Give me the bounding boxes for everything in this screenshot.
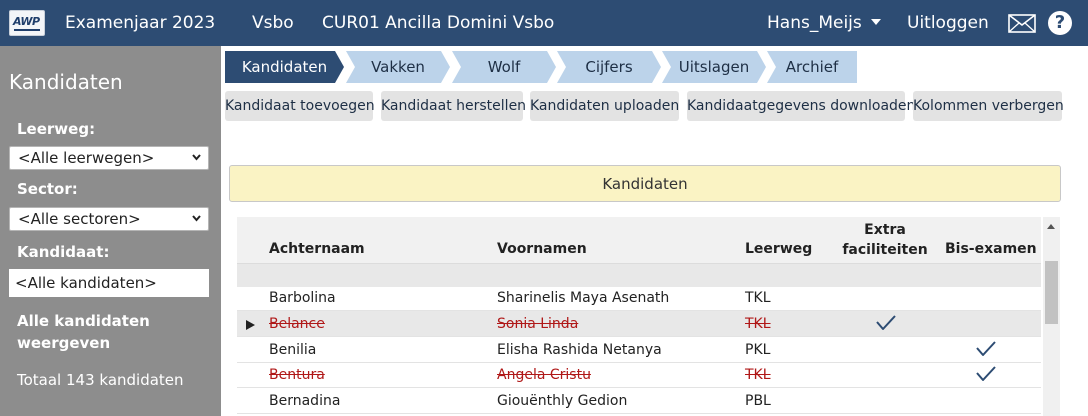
leerweg-label: Leerweg: bbox=[17, 120, 96, 138]
header-extra-faciliteiten[interactable]: Extra faciliteiten bbox=[833, 220, 937, 260]
sidebar: Kandidaten Leerweg: <Alle leerwegen> Sec… bbox=[0, 46, 221, 416]
scroll-thumb[interactable] bbox=[1045, 261, 1058, 324]
tab-wolf[interactable]: Wolf bbox=[452, 51, 556, 83]
user-name: Hans_Meijs bbox=[767, 13, 862, 33]
hide-columns-button[interactable]: Kolommen verbergen bbox=[913, 91, 1064, 121]
cell-voornamen: Sharinelis Maya Asenath bbox=[497, 290, 670, 306]
kandidaat-label: Kandidaat: bbox=[17, 243, 110, 261]
table-row[interactable]: Benilia Elisha Rashida Netanya PKL bbox=[237, 337, 1041, 363]
table-row[interactable]: Barbolina Sharinelis Maya Asenath TKL bbox=[237, 285, 1041, 311]
table-header: Achternaam Voornamen Leerweg Extra facil… bbox=[237, 217, 1041, 287]
extra-faciliteiten-check-icon[interactable] bbox=[875, 314, 897, 336]
mail-icon[interactable] bbox=[1008, 14, 1036, 33]
sector-select-value: <Alle sectoren> bbox=[18, 210, 141, 228]
table-row[interactable]: Bentura Angela Cristu TKL bbox=[237, 362, 1041, 388]
table-scrollbar[interactable] bbox=[1043, 217, 1060, 416]
candidates-banner: Kandidaten bbox=[229, 165, 1061, 202]
cell-achternaam: Belance bbox=[269, 316, 325, 332]
table-row[interactable]: Belance Sonia Linda TKL bbox=[237, 311, 1041, 337]
header-extra-line2: faciliteiten bbox=[842, 242, 928, 258]
header-achternaam[interactable]: Achternaam bbox=[269, 241, 365, 257]
chevron-down-icon bbox=[192, 215, 201, 222]
help-icon[interactable]: ? bbox=[1048, 11, 1072, 35]
tab-label: Vakken bbox=[371, 58, 425, 76]
bis-examen-check-icon[interactable] bbox=[975, 365, 997, 387]
sidebar-title: Kandidaten bbox=[9, 70, 123, 94]
bis-examen-check-icon[interactable] bbox=[975, 340, 997, 362]
cell-leerweg: PBL bbox=[745, 393, 771, 409]
tab-label: Cijfers bbox=[585, 58, 633, 76]
cell-leerweg: TKL bbox=[745, 316, 771, 332]
exam-year[interactable]: Examenjaar 2023 bbox=[65, 0, 215, 46]
download-candidate-data-button[interactable]: Kandidaatgegevens downloaden bbox=[687, 91, 915, 121]
header-voornamen[interactable]: Voornamen bbox=[497, 241, 587, 257]
total-candidates: Totaal 143 kandidaten bbox=[17, 371, 184, 389]
cell-leerweg: TKL bbox=[745, 290, 771, 306]
scroll-up-icon[interactable] bbox=[1047, 224, 1055, 229]
leerweg-select[interactable]: <Alle leerwegen> bbox=[9, 146, 209, 170]
chevron-down-icon bbox=[870, 18, 881, 25]
header-leerweg[interactable]: Leerweg bbox=[745, 241, 812, 257]
cell-achternaam: Benilia bbox=[269, 342, 317, 358]
cell-voornamen: Giouënthly Gedion bbox=[497, 393, 628, 409]
table-row[interactable]: Bernadina Giouënthly Gedion PBL bbox=[237, 388, 1041, 414]
chevron-down-icon bbox=[192, 154, 201, 161]
cell-achternaam: Barbolina bbox=[269, 290, 336, 306]
tab-uitslagen[interactable]: Uitslagen bbox=[662, 51, 766, 83]
filter-row[interactable] bbox=[237, 263, 1041, 287]
top-bar: AWP Examenjaar 2023 Vsbo CUR01 Ancilla D… bbox=[0, 0, 1088, 46]
department[interactable]: Vsbo bbox=[252, 0, 294, 46]
restore-candidate-button[interactable]: Kandidaat herstellen bbox=[381, 91, 526, 121]
show-all-candidates-link[interactable]: Alle kandidaten weergeven bbox=[17, 310, 150, 354]
tab-cijfers[interactable]: Cijfers bbox=[557, 51, 661, 83]
sector-label: Sector: bbox=[17, 180, 78, 198]
cell-leerweg: PKL bbox=[745, 342, 771, 358]
cell-leerweg: TKL bbox=[745, 367, 771, 383]
leerweg-select-value: <Alle leerwegen> bbox=[18, 149, 155, 167]
tab-vakken[interactable]: Vakken bbox=[346, 51, 450, 83]
header-bis-examen[interactable]: Bis-examen bbox=[945, 241, 1037, 257]
show-all-line1: Alle kandidaten bbox=[17, 312, 150, 330]
awp-logo[interactable]: AWP bbox=[9, 10, 45, 36]
cell-achternaam: Bentura bbox=[269, 367, 325, 383]
tab-label: Archief bbox=[785, 58, 839, 76]
kandidaat-input[interactable]: <Alle kandidaten> bbox=[9, 269, 209, 297]
school-name[interactable]: CUR01 Ancilla Domini Vsbo bbox=[322, 0, 554, 46]
logo-text: AWP bbox=[13, 15, 40, 28]
tab-archief[interactable]: Archief bbox=[767, 51, 857, 83]
show-all-line2: weergeven bbox=[17, 334, 111, 352]
cell-voornamen: Angela Cristu bbox=[497, 367, 591, 383]
sector-select[interactable]: <Alle sectoren> bbox=[9, 207, 209, 231]
cell-voornamen: Elisha Rashida Netanya bbox=[497, 342, 662, 358]
logout-link[interactable]: Uitloggen bbox=[907, 0, 989, 46]
tab-label: Uitslagen bbox=[678, 58, 750, 76]
row-pointer-icon bbox=[246, 320, 255, 330]
user-menu[interactable]: Hans_Meijs bbox=[767, 0, 881, 46]
upload-candidates-button[interactable]: Kandidaten uploaden bbox=[530, 91, 679, 121]
header-extra-line1: Extra bbox=[864, 222, 906, 238]
cell-achternaam: Bernadina bbox=[269, 393, 341, 409]
tab-label: Kandidaten bbox=[241, 58, 328, 76]
add-candidate-button[interactable]: Kandidaat toevoegen bbox=[225, 91, 375, 121]
tab-kandidaten[interactable]: Kandidaten bbox=[225, 51, 344, 83]
cell-voornamen: Sonia Linda bbox=[497, 316, 579, 332]
tab-label: Wolf bbox=[487, 58, 521, 76]
